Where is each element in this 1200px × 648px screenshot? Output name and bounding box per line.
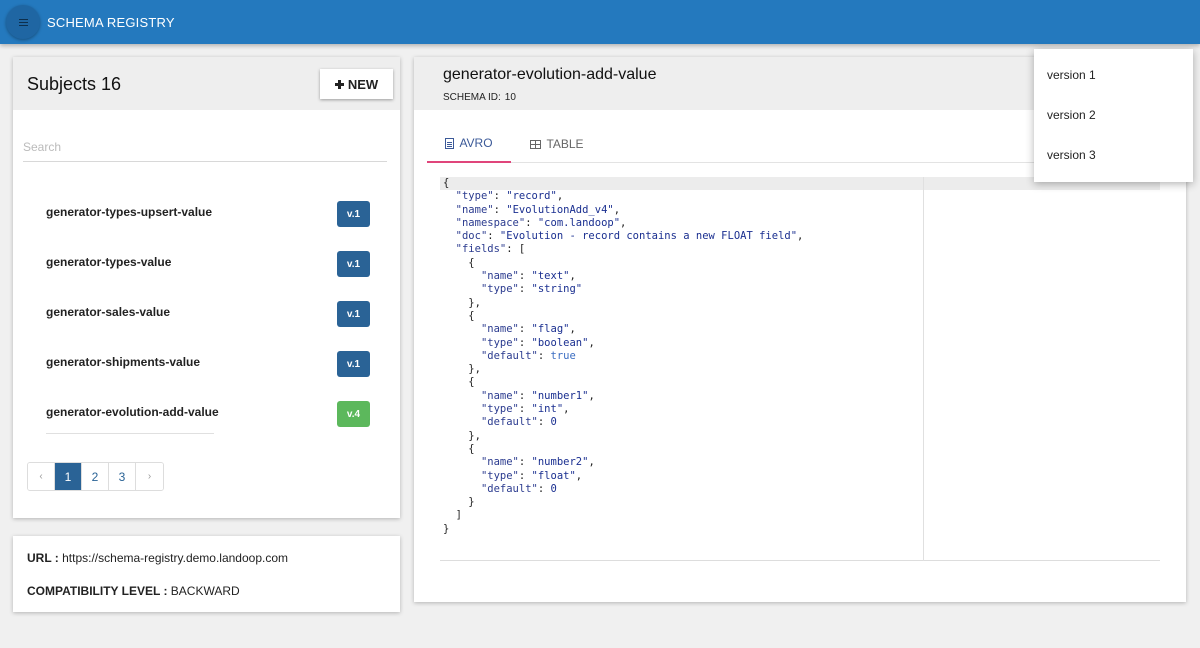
- table-icon: [530, 139, 542, 149]
- file-text-icon: [445, 137, 455, 149]
- subject-name: generator-types-upsert-value: [46, 205, 213, 219]
- compatibility-info: COMPATIBILITY LEVEL : BACKWARD: [27, 584, 240, 598]
- subject-name: generator-shipments-value: [46, 355, 201, 369]
- page-button-3[interactable]: 3: [109, 463, 136, 490]
- new-button-label: NEW: [347, 76, 379, 92]
- next-page-button[interactable]: ›: [136, 463, 163, 490]
- code-line: }: [443, 522, 450, 535]
- code-line: "fields": [: [455, 243, 526, 256]
- code-line: "name": "number1",: [480, 389, 595, 402]
- tab-table[interactable]: TABLE: [527, 125, 587, 163]
- code-line: },: [443, 363, 481, 376]
- code-line: ]: [443, 509, 462, 522]
- schema-code-editor[interactable]: { "type": "record", "name": "EvolutionAd…: [440, 177, 1160, 561]
- list-item[interactable]: generator-shipments-value v.1: [46, 340, 370, 390]
- code-line: "name": "EvolutionAdd_v4",: [455, 203, 621, 216]
- compatibility-value: BACKWARD: [170, 584, 240, 598]
- pagination: ‹ 1 2 3 ›: [27, 462, 164, 491]
- code-line: "name": "flag",: [480, 323, 576, 336]
- code-line: {: [443, 442, 475, 455]
- code-line: "type": "float",: [480, 469, 583, 482]
- hamburger-menu-icon[interactable]: [6, 5, 40, 39]
- registry-info-panel: URL : https://schema-registry.demo.lando…: [13, 536, 400, 612]
- version-badge: v.1: [337, 251, 370, 277]
- tab-avro[interactable]: AVRO: [427, 125, 511, 163]
- code-line: "default": true: [480, 349, 576, 362]
- code-line: "type": "string": [480, 283, 583, 296]
- code-line: "name": "text",: [480, 270, 576, 283]
- code-line: "default": 0: [480, 416, 557, 429]
- app-title: SCHEMA REGISTRY: [47, 15, 175, 30]
- schema-title: generator-evolution-add-value: [443, 66, 657, 83]
- schema-id-label: SCHEMA ID:: [443, 92, 501, 103]
- code-line: }: [443, 496, 475, 509]
- page-button-2[interactable]: 2: [82, 463, 109, 490]
- version-menu-item[interactable]: version 1: [1034, 55, 1193, 95]
- print-margin: [923, 177, 924, 561]
- code-line: "type": "boolean",: [480, 336, 595, 349]
- search-input[interactable]: [23, 132, 387, 162]
- url-label: URL :: [27, 551, 59, 565]
- subject-name: generator-types-value: [46, 255, 172, 269]
- compatibility-label: COMPATIBILITY LEVEL :: [27, 584, 168, 598]
- tab-avro-label: AVRO: [459, 136, 493, 150]
- code-line: {: [443, 376, 475, 389]
- version-dropdown-menu: version 1 version 2 version 3: [1034, 49, 1193, 182]
- url-info: URL : https://schema-registry.demo.lando…: [27, 551, 288, 565]
- code-line: {: [443, 309, 475, 322]
- code-line: "default": 0: [480, 482, 557, 495]
- prev-page-button[interactable]: ‹: [28, 463, 55, 490]
- code-line: {: [443, 256, 475, 269]
- version-menu-item[interactable]: version 3: [1034, 135, 1193, 175]
- version-menu-item[interactable]: version 2: [1034, 95, 1193, 135]
- subject-name: generator-evolution-add-value: [46, 405, 219, 419]
- schema-id: SCHEMA ID: 10: [443, 92, 516, 103]
- version-badge: v.1: [337, 351, 370, 377]
- version-badge: v.1: [337, 201, 370, 227]
- top-app-bar: SCHEMA REGISTRY: [0, 0, 1200, 44]
- code-line: },: [443, 429, 481, 442]
- plus-icon: [334, 79, 344, 89]
- version-badge: v.4: [337, 401, 370, 427]
- subjects-title: Subjects 16: [27, 74, 122, 94]
- schema-code: { "type": "record", "name": "EvolutionAd…: [443, 177, 803, 536]
- code-line: {: [443, 177, 450, 189]
- list-item[interactable]: generator-types-upsert-value v.1: [46, 190, 370, 240]
- new-subject-button[interactable]: NEW: [320, 69, 393, 99]
- subject-name: generator-sales-value: [46, 305, 171, 319]
- subjects-header: Subjects 16 NEW: [13, 57, 400, 110]
- divider: [46, 433, 214, 434]
- tab-table-label: TABLE: [546, 137, 584, 151]
- code-line: "type": "record",: [455, 190, 564, 203]
- list-item[interactable]: generator-types-value v.1: [46, 240, 370, 290]
- version-badge: v.1: [337, 301, 370, 327]
- code-line: "namespace": "com.landoop",: [455, 216, 627, 229]
- code-line: "doc": "Evolution - record contains a ne…: [455, 230, 804, 243]
- subjects-panel: Subjects 16 NEW generator-types-upsert-v…: [13, 57, 400, 518]
- url-value: https://schema-registry.demo.landoop.com: [62, 551, 289, 565]
- code-line: "name": "number2",: [480, 456, 595, 469]
- subject-list: generator-types-upsert-value v.1 generat…: [46, 190, 370, 440]
- schema-id-value: 10: [504, 92, 516, 103]
- code-line: "type": "int",: [480, 403, 570, 416]
- list-item[interactable]: generator-sales-value v.1: [46, 290, 370, 340]
- code-line: },: [443, 296, 481, 309]
- page-button-1[interactable]: 1: [55, 463, 82, 490]
